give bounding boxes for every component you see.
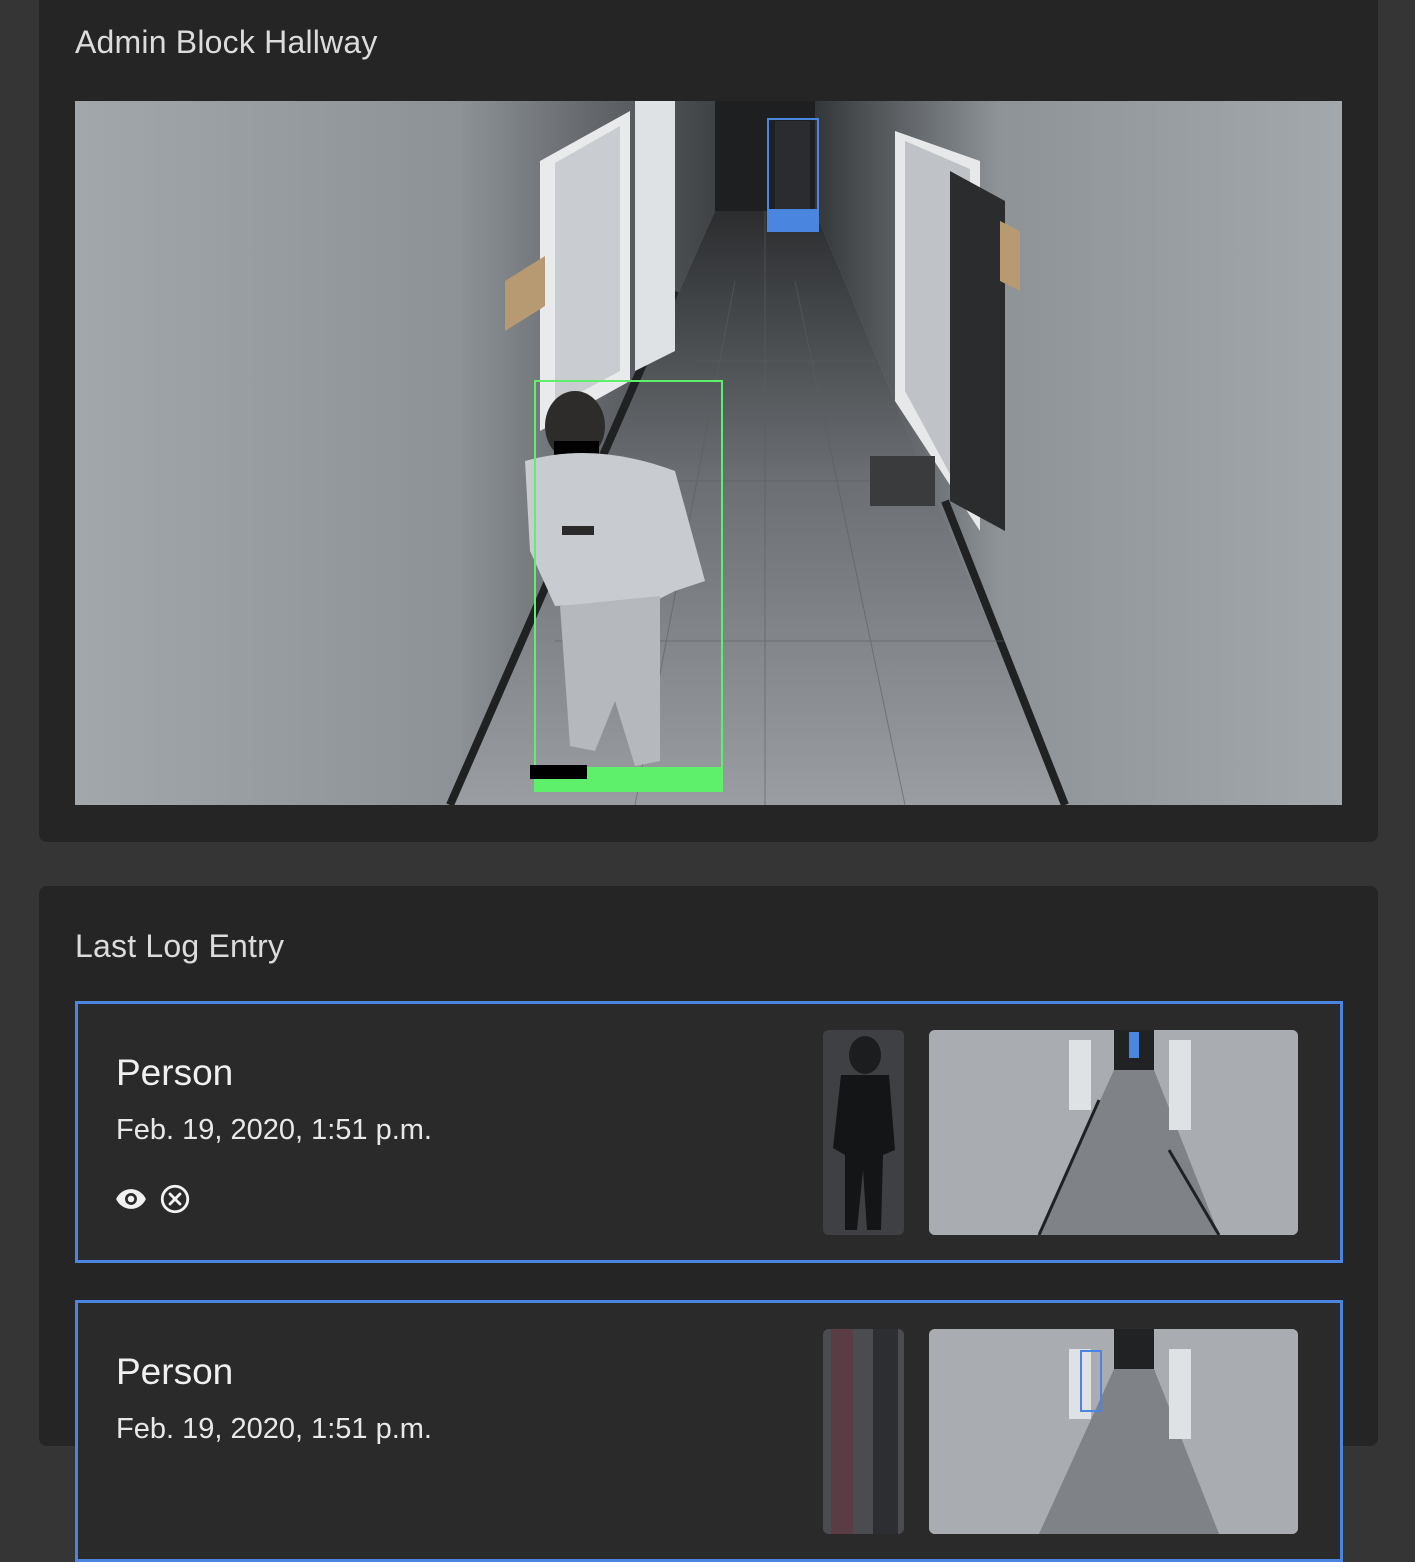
log-panel: Last Log Entry Person Feb. 19, 2020, 1:5… <box>39 886 1378 1562</box>
log-title: Last Log Entry <box>75 928 285 964</box>
close-circle-icon[interactable] <box>158 1182 192 1216</box>
scene-thumbnail[interactable] <box>929 1030 1298 1235</box>
hallway-frame <box>75 101 1342 805</box>
camera-feed[interactable] <box>75 101 1342 805</box>
log-entry-card[interactable]: Person Feb. 19, 2020, 1:51 p.m. <box>75 1001 1343 1263</box>
scene-thumbnail[interactable] <box>929 1329 1298 1534</box>
person-crop-thumbnail[interactable] <box>823 1329 904 1534</box>
log-entry-type: Person <box>116 1351 234 1392</box>
camera-panel: Admin Block Hallway <box>39 0 1378 842</box>
log-entry-type: Person <box>116 1052 234 1093</box>
eye-icon[interactable] <box>114 1182 148 1216</box>
camera-title: Admin Block Hallway <box>75 24 378 60</box>
person-crop-thumbnail[interactable] <box>823 1030 904 1235</box>
log-entry-actions <box>114 1182 192 1216</box>
log-entry-card[interactable]: Person Feb. 19, 2020, 1:51 p.m. <box>75 1300 1343 1562</box>
log-entry-time: Feb. 19, 2020, 1:51 p.m. <box>116 1114 432 1146</box>
log-entry-time: Feb. 19, 2020, 1:51 p.m. <box>116 1413 432 1445</box>
